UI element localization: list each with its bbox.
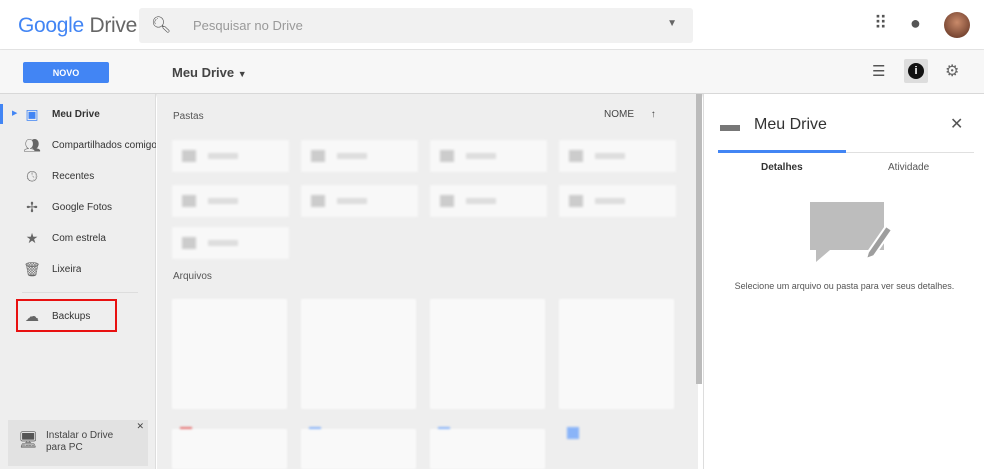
sidebar-item-compartilhados[interactable]: 👥︎ Compartilhados comigo [0,130,156,160]
folder-card[interactable] [301,185,418,217]
settings-icon[interactable]: ⚙ [945,61,959,81]
logo-google: Google [18,14,84,37]
search-options-icon[interactable]: ▼ [667,18,677,29]
search-icon[interactable]: 🔍︎ [151,15,171,35]
sort-label: NOME [604,109,634,120]
details-panel: ▬ Meu Drive ✕ Detalhes Atividade Selecio… [703,94,984,469]
clock-icon: 🕓︎ [26,167,38,184]
sidebar-item-label: Google Fotos [52,201,113,213]
folder-card[interactable] [301,140,418,172]
sidebar: ▶ ▣ Meu Drive 👥︎ Compartilhados comigo 🕓︎ R… [0,94,156,469]
avatar[interactable] [944,12,970,38]
install-label: Instalar o Drive para PC [46,430,114,453]
folder-card[interactable] [559,185,676,217]
toolbar: NOVO Meu Drive ▼ ☰ i ⚙ [0,50,984,94]
folder-card[interactable] [430,185,547,217]
close-icon[interactable]: ✕ [950,114,963,134]
install-drive-banner[interactable]: 🖥︎ Instalar o Drive para PC ✕ [8,420,148,466]
list-view-icon[interactable]: ☰ [872,62,885,80]
sidebar-item-google-fotos[interactable]: ✢ Google Fotos [0,192,156,222]
chevron-down-icon: ▼ [237,69,247,79]
search-input[interactable]: 🔍︎ Pesquisar no Drive ▼ [139,8,693,43]
sidebar-item-label: Lixeira [52,263,82,275]
sidebar-item-recentes[interactable]: 🕓︎ Recentes [0,161,156,191]
notifications-icon[interactable]: ● [910,13,921,34]
sidebar-item-meu-drive[interactable]: ▣ Meu Drive [0,99,156,129]
divider [22,292,138,293]
folder-card[interactable] [172,227,289,259]
logo-drive: Drive [89,14,137,37]
info-button[interactable]: i [904,59,928,83]
active-tab-indicator [718,150,846,153]
file-card[interactable] [172,299,287,439]
close-icon[interactable]: ✕ [136,421,144,432]
photos-icon: ✢ [26,198,38,215]
panel-title: Meu Drive [754,116,827,133]
info-icon: i [908,63,924,79]
file-card[interactable] [172,429,287,469]
folder-card[interactable] [430,140,547,172]
arrow-up-icon: ↑ [650,109,656,120]
sidebar-item-com-estrela[interactable]: ★ Com estrela [0,223,156,253]
folder-card[interactable] [559,140,676,172]
highlight-box [16,299,117,332]
breadcrumb[interactable]: Meu Drive ▼ [172,65,247,80]
apps-icon[interactable]: ⠿ [874,13,887,34]
scrollbar[interactable] [696,94,702,384]
file-card[interactable] [301,299,416,439]
files-heading: Arquivos [173,271,212,282]
empty-details-message: Selecione um arquivo ou pasta para ver s… [734,281,955,291]
folder-icon: ▬ [720,114,740,136]
top-bar: Google Drive 🔍︎ Pesquisar no Drive ▼ ⠿ ● [0,0,984,50]
monitor-icon: 🖥︎ [18,432,39,449]
file-card[interactable] [301,429,416,469]
new-button[interactable]: NOVO [23,62,109,83]
folder-card[interactable] [172,185,289,217]
file-card[interactable] [430,429,545,469]
sidebar-item-label: Recentes [52,170,95,182]
breadcrumb-label: Meu Drive [172,65,235,80]
tab-atividade[interactable]: Atividade [888,162,929,173]
sidebar-item-label: Meu Drive [52,108,100,120]
drive-icon: ▣ [25,105,39,122]
sidebar-item-label: Compartilhados comigo [51,139,156,151]
people-icon: 👥︎ [23,136,41,153]
tab-detalhes[interactable]: Detalhes [761,162,803,173]
google-drive-logo[interactable]: Google Drive [18,14,137,38]
search-placeholder: Pesquisar no Drive [193,18,303,33]
sidebar-item-lixeira[interactable]: 🗑︎ Lixeira [0,254,156,284]
folders-heading: Pastas [173,111,204,122]
star-icon: ★ [25,229,39,246]
sidebar-item-label: Com estrela [52,232,106,244]
trash-icon: 🗑︎ [23,260,41,277]
comment-edit-icon [810,202,894,262]
file-type-icon [567,427,579,439]
sort-name-button[interactable]: NOME ↑ [604,109,656,120]
file-card[interactable] [559,299,674,439]
file-area: Pastas NOME ↑ Arquivos [157,94,698,469]
file-card[interactable] [430,299,545,439]
folder-card[interactable] [172,140,289,172]
